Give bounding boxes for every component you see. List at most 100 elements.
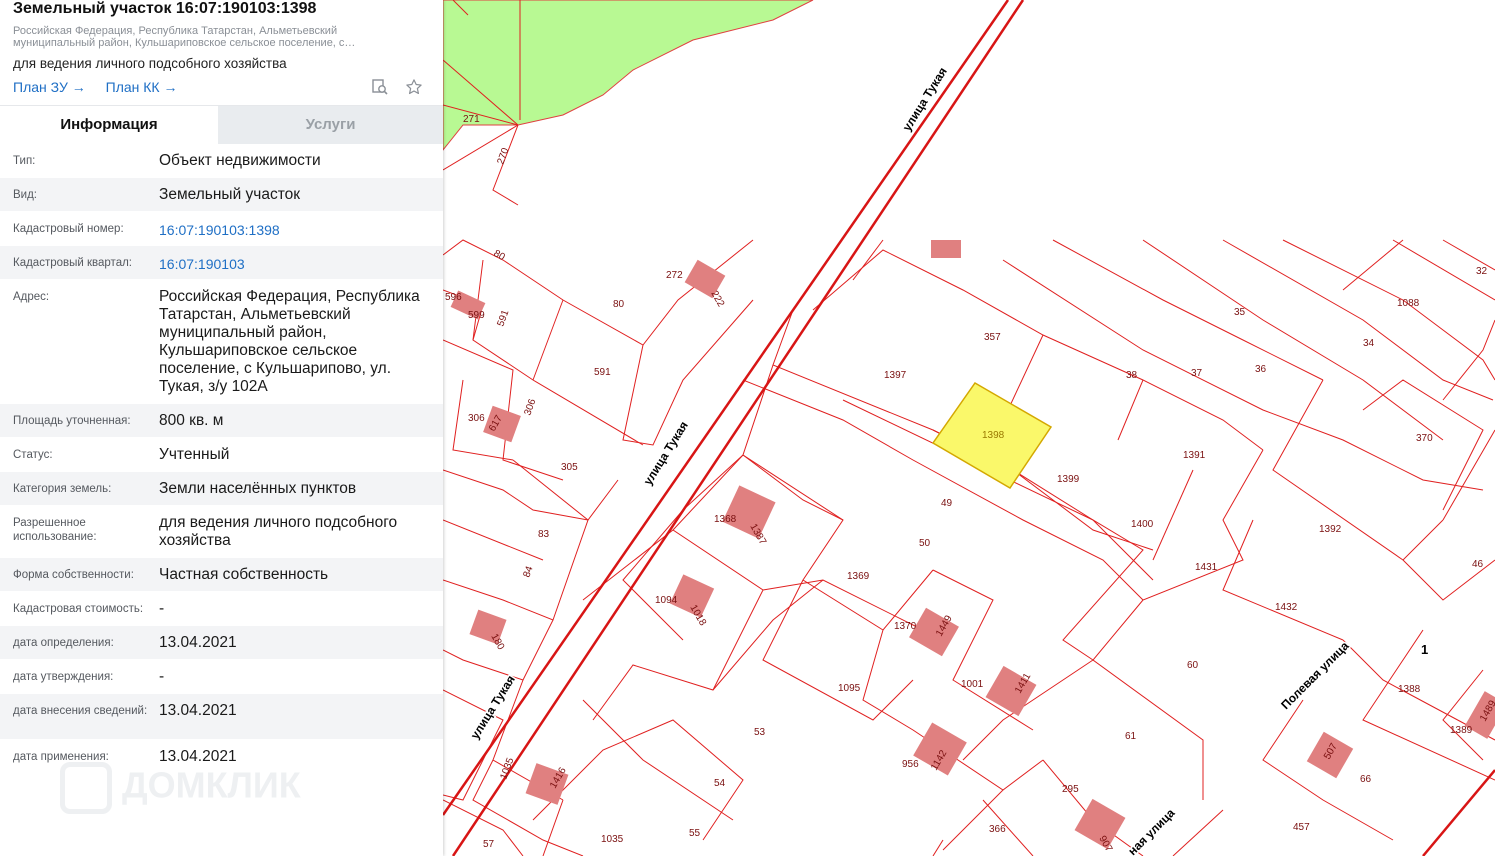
parcel-label: 1392 <box>1319 524 1342 535</box>
info-row: Площадь уточненная: 800 кв. м <box>0 404 443 438</box>
parcel-label: 57 <box>483 839 495 850</box>
info-label: дата определения: <box>13 637 114 649</box>
parcel-label: 366 <box>989 824 1006 835</box>
arrow-right-icon: → <box>67 79 86 95</box>
parcel-label: 295 <box>1062 784 1079 795</box>
street-name-label: ная улица <box>1125 806 1178 856</box>
street-name-label: улица Тукая <box>468 673 518 742</box>
info-value: - <box>159 600 165 617</box>
forest-area <box>443 0 814 151</box>
parcel-label: 457 <box>1293 822 1310 833</box>
domclick-logo-icon <box>60 762 112 814</box>
info-label: Кадастровый квартал: <box>13 257 132 269</box>
info-value: 800 кв. м <box>159 412 224 429</box>
parcel-label: 1399 <box>1057 474 1080 485</box>
cadastral-map[interactable]: 271 270 80 272 222 596 599 591 80 591 306 617 306 305… <box>443 0 1495 856</box>
info-label: Площадь уточненная: <box>13 415 131 427</box>
parcel-label: 1035 <box>498 756 516 781</box>
plan-kk-link[interactable]: План КК → <box>106 79 178 95</box>
plan-kk-label: План КК <box>105 79 160 95</box>
parcel-label: 357 <box>984 332 1001 343</box>
parcel-label: 305 <box>561 462 578 473</box>
cadastral-link[interactable]: 16:07:190103 <box>159 255 429 273</box>
usage-text: для ведения личного подсобного хозяйства <box>13 56 287 71</box>
parcel-label: 37 <box>1191 368 1203 379</box>
parcel-label: 1397 <box>884 370 907 381</box>
parcel-label: 370 <box>1416 433 1433 444</box>
short-address: Российская Федерация, Республика Татарст… <box>13 25 356 49</box>
parcel-label: 46 <box>1472 559 1484 570</box>
parcel-label: 1368 <box>714 514 737 525</box>
info-label: Тип: <box>13 155 36 167</box>
parcel-label: 34 <box>1363 338 1375 349</box>
plan-links: План ЗУ → План КК → <box>13 79 431 97</box>
domclick-watermark: ДОМКЛИК <box>60 762 301 814</box>
parcel-label: 271 <box>463 114 480 125</box>
parcel-label: 49 <box>941 498 953 509</box>
parcel-label: 61 <box>1125 731 1137 742</box>
parcel-label: 55 <box>689 828 701 839</box>
parcel-label: 1391 <box>1183 450 1206 461</box>
parcel-label: 80 <box>613 299 625 310</box>
info-row: Вид: Земельный участок <box>0 178 443 212</box>
parcel-label: 84 <box>521 564 535 579</box>
parcel-label: 54 <box>714 778 726 789</box>
tab-services[interactable]: Услуги <box>218 106 443 144</box>
parcel-label: 83 <box>538 529 550 540</box>
info-row: дата определения: 13.04.2021 <box>0 626 443 660</box>
parcel-label: 36 <box>1255 364 1267 375</box>
info-label: дата внесения сведений: <box>13 705 148 717</box>
street-name-label: улица Тукая <box>641 419 691 488</box>
parcel-label: 1094 <box>655 595 678 606</box>
parcel-label: 1088 <box>1397 298 1420 309</box>
parcel-label: 306 <box>468 413 485 424</box>
info-value: Земельный участок <box>159 186 301 203</box>
info-table: Тип: Объект недвижимости Вид: Земельный уча… <box>0 144 443 774</box>
parcel-label: 591 <box>495 308 511 328</box>
info-value: 13.04.2021 <box>159 702 237 719</box>
info-row: Кадастровая стоимость: - <box>0 592 443 626</box>
parcel-label: 180 <box>488 632 506 652</box>
parcel-label: 32 <box>1476 266 1488 277</box>
map-canvas[interactable]: 27127080272222596599 59180591306 617306305… <box>443 0 1495 856</box>
arrow-right-icon: → <box>159 79 178 95</box>
info-value: для ведения личного подсобного хозяйства <box>159 514 398 549</box>
info-value: 13.04.2021 <box>159 634 237 651</box>
info-row: Тип: Объект недвижимости <box>0 144 443 178</box>
parcel-label: 60 <box>1187 660 1199 671</box>
info-row: Кадастровый квартал: 16:07:190103 <box>0 246 443 280</box>
parcel-label: 956 <box>902 759 919 770</box>
star-icon[interactable] <box>405 78 423 101</box>
parcel-label: 1035 <box>601 834 624 845</box>
info-row: Кадастровый номер: 16:07:190103:1398 <box>0 212 443 246</box>
parcel-label: 1388 <box>1398 684 1421 695</box>
parcel-label: 1369 <box>847 571 870 582</box>
info-value: Объект недвижимости <box>159 152 321 169</box>
zoom-to-object-icon[interactable] <box>371 78 389 101</box>
parcel-label: 38 <box>1126 370 1138 381</box>
parcel-label: 1001 <box>961 679 984 690</box>
parcel-label: 599 <box>468 310 485 321</box>
parcel-label: 1431 <box>1195 562 1218 573</box>
info-label: Разрешенное использование: <box>13 517 97 543</box>
info-label: Категория земель: <box>13 483 112 495</box>
plan-zu-link[interactable]: План ЗУ → <box>13 79 86 95</box>
parcel-label: 66 <box>1360 774 1372 785</box>
info-row: Разрешенное использование: для ведения ли… <box>0 506 443 558</box>
page-title: Земельный участок 16:07:190103:1398 <box>13 0 317 17</box>
parcel-label: 53 <box>754 727 766 738</box>
tab-info[interactable]: Информация <box>0 106 218 144</box>
info-value: Земли населённых пунктов <box>159 480 357 497</box>
parcel-label: 1432 <box>1275 602 1298 613</box>
info-row: дата утверждения: - <box>0 660 443 694</box>
parcel-label: 50 <box>919 538 931 549</box>
panel-header: Земельный участок 16:07:190103:1398 Росс… <box>0 0 443 97</box>
parcel-label: 591 <box>594 367 611 378</box>
parcel-label: 272 <box>666 270 683 281</box>
buildings <box>450 240 1495 850</box>
info-label: Вид: <box>13 189 37 201</box>
cadastral-link[interactable]: 16:07:190103:1398 <box>159 221 429 239</box>
info-panel: Земельный участок 16:07:190103:1398 Росс… <box>0 0 443 856</box>
parcel-label: 306 <box>522 397 538 417</box>
parcel-label: 1095 <box>838 683 861 694</box>
